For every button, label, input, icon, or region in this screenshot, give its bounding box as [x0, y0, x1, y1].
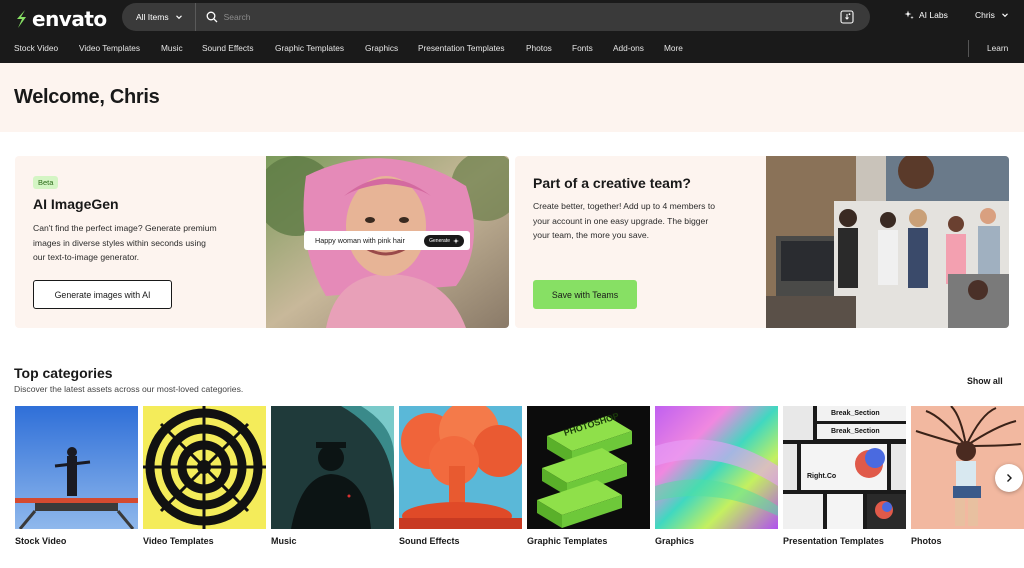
nav-item-photos[interactable]: Photos [526, 43, 552, 53]
stock-video-thumbnail [15, 406, 138, 529]
envato-leaf-icon [17, 10, 26, 28]
nav-item-fonts[interactable]: Fonts [572, 43, 593, 53]
ai-labs-label: AI Labs [919, 10, 948, 20]
nav-item-add-ons[interactable]: Add-ons [613, 43, 644, 53]
nav-item-more[interactable]: More [664, 43, 683, 53]
envato-logo[interactable]: envato [14, 7, 107, 31]
nav-item-video-templates[interactable]: Video Templates [79, 43, 140, 53]
teams-title: Part of a creative team? [533, 175, 691, 191]
imagegen-description: Can't find the perfect image? Generate p… [33, 223, 217, 262]
category-label-video-templates[interactable]: Video Templates [143, 536, 214, 546]
nav-item-sound-effects[interactable]: Sound Effects [202, 43, 254, 53]
teams-description: Create better, together! Add up to 4 mem… [533, 201, 716, 240]
sparkle-icon [453, 237, 459, 244]
chevron-right-icon [1007, 474, 1012, 482]
category-tile-stock-video[interactable] [15, 406, 138, 529]
user-menu[interactable]: Chris [975, 10, 1009, 20]
imagegen-promo-card: Beta AI ImageGen Can't find the perfect … [15, 156, 509, 328]
nav-item-graphics[interactable]: Graphics [365, 43, 398, 53]
chevron-down-icon [175, 15, 182, 20]
search-scope-dropdown[interactable]: All Items [122, 3, 196, 31]
generate-images-button[interactable]: Generate images with AI [33, 280, 172, 309]
teams-promo-card: Part of a creative team? Create better, … [515, 156, 1009, 328]
ai-labs-link[interactable]: AI Labs [904, 10, 948, 20]
beta-badge: Beta [33, 176, 59, 189]
image-search-icon[interactable] [840, 10, 854, 24]
category-label-graphic-templates[interactable]: Graphic Templates [527, 536, 607, 546]
graphic-templates-thumbnail: PHOTOSHOP [527, 406, 650, 529]
nav-item-learn[interactable]: Learn [987, 43, 1008, 53]
category-label-presentation-templates[interactable]: Presentation Templates [783, 536, 884, 546]
search-icon [206, 11, 218, 23]
category-label-photos[interactable]: Photos [911, 536, 942, 546]
prompt-generate-pill: Generate [424, 234, 464, 247]
graphics-thumbnail [655, 406, 778, 529]
nav-divider [968, 40, 969, 57]
category-label-graphics[interactable]: Graphics [655, 536, 694, 546]
presentation-slide-text-3: Right.Co [807, 473, 836, 480]
category-label-sound-effects[interactable]: Sound Effects [399, 536, 460, 546]
team-photo-collage [766, 156, 1009, 328]
search-scope-label: All Items [136, 12, 169, 22]
video-templates-thumbnail [143, 406, 266, 529]
imagegen-photo: Happy woman with pink hair Generate [256, 156, 509, 328]
search-bar: All Items [122, 3, 870, 31]
nav-item-presentation-templates[interactable]: Presentation Templates [418, 43, 505, 53]
imagegen-title: AI ImageGen [33, 196, 119, 212]
nav-item-graphic-templates[interactable]: Graphic Templates [275, 43, 344, 53]
nav-item-music[interactable]: Music [161, 43, 183, 53]
nav-item-stock-video[interactable]: Stock Video [14, 43, 58, 53]
category-label-stock-video[interactable]: Stock Video [15, 536, 66, 546]
user-name: Chris [975, 10, 995, 20]
category-tile-video-templates[interactable] [143, 406, 266, 529]
teams-photo [766, 156, 1009, 328]
category-tile-presentation-templates[interactable]: Break_Section Break_Section Right.Co [783, 406, 906, 529]
prompt-preview: Happy woman with pink hair Generate [304, 231, 470, 250]
category-tile-music[interactable] [271, 406, 394, 529]
music-thumbnail [271, 406, 394, 529]
sparkle-icon [904, 10, 914, 20]
save-with-teams-button[interactable]: Save with Teams [533, 280, 637, 309]
search-input[interactable] [223, 12, 824, 22]
category-tile-sound-effects[interactable] [399, 406, 522, 529]
sound-effects-thumbnail [399, 406, 522, 529]
presentation-slide-text-1: Break_Section [831, 410, 880, 417]
page-title: Welcome, Chris [14, 86, 160, 108]
logo-wordmark: envato [32, 7, 107, 31]
category-label-music[interactable]: Music [271, 536, 297, 546]
prompt-text: Happy woman with pink hair [315, 236, 405, 245]
chevron-down-icon [1001, 13, 1008, 18]
top-bar: envato All Items AI Labs Chris [0, 0, 1024, 34]
welcome-banner: Welcome, Chris [0, 63, 1024, 132]
category-tile-graphic-templates[interactable]: PHOTOSHOP [527, 406, 650, 529]
show-all-link[interactable]: Show all [967, 376, 1003, 386]
top-categories-subtitle: Discover the latest assets across our mo… [14, 384, 244, 394]
top-categories-title: Top categories [14, 365, 113, 381]
presentation-slide-text-2: Break_Section [831, 428, 880, 435]
category-tile-graphics[interactable] [655, 406, 778, 529]
category-nav: Stock Video Video Templates Music Sound … [0, 34, 1024, 63]
presentation-templates-thumbnail: Break_Section Break_Section Right.Co [783, 406, 906, 529]
carousel-next-button[interactable] [995, 464, 1023, 492]
